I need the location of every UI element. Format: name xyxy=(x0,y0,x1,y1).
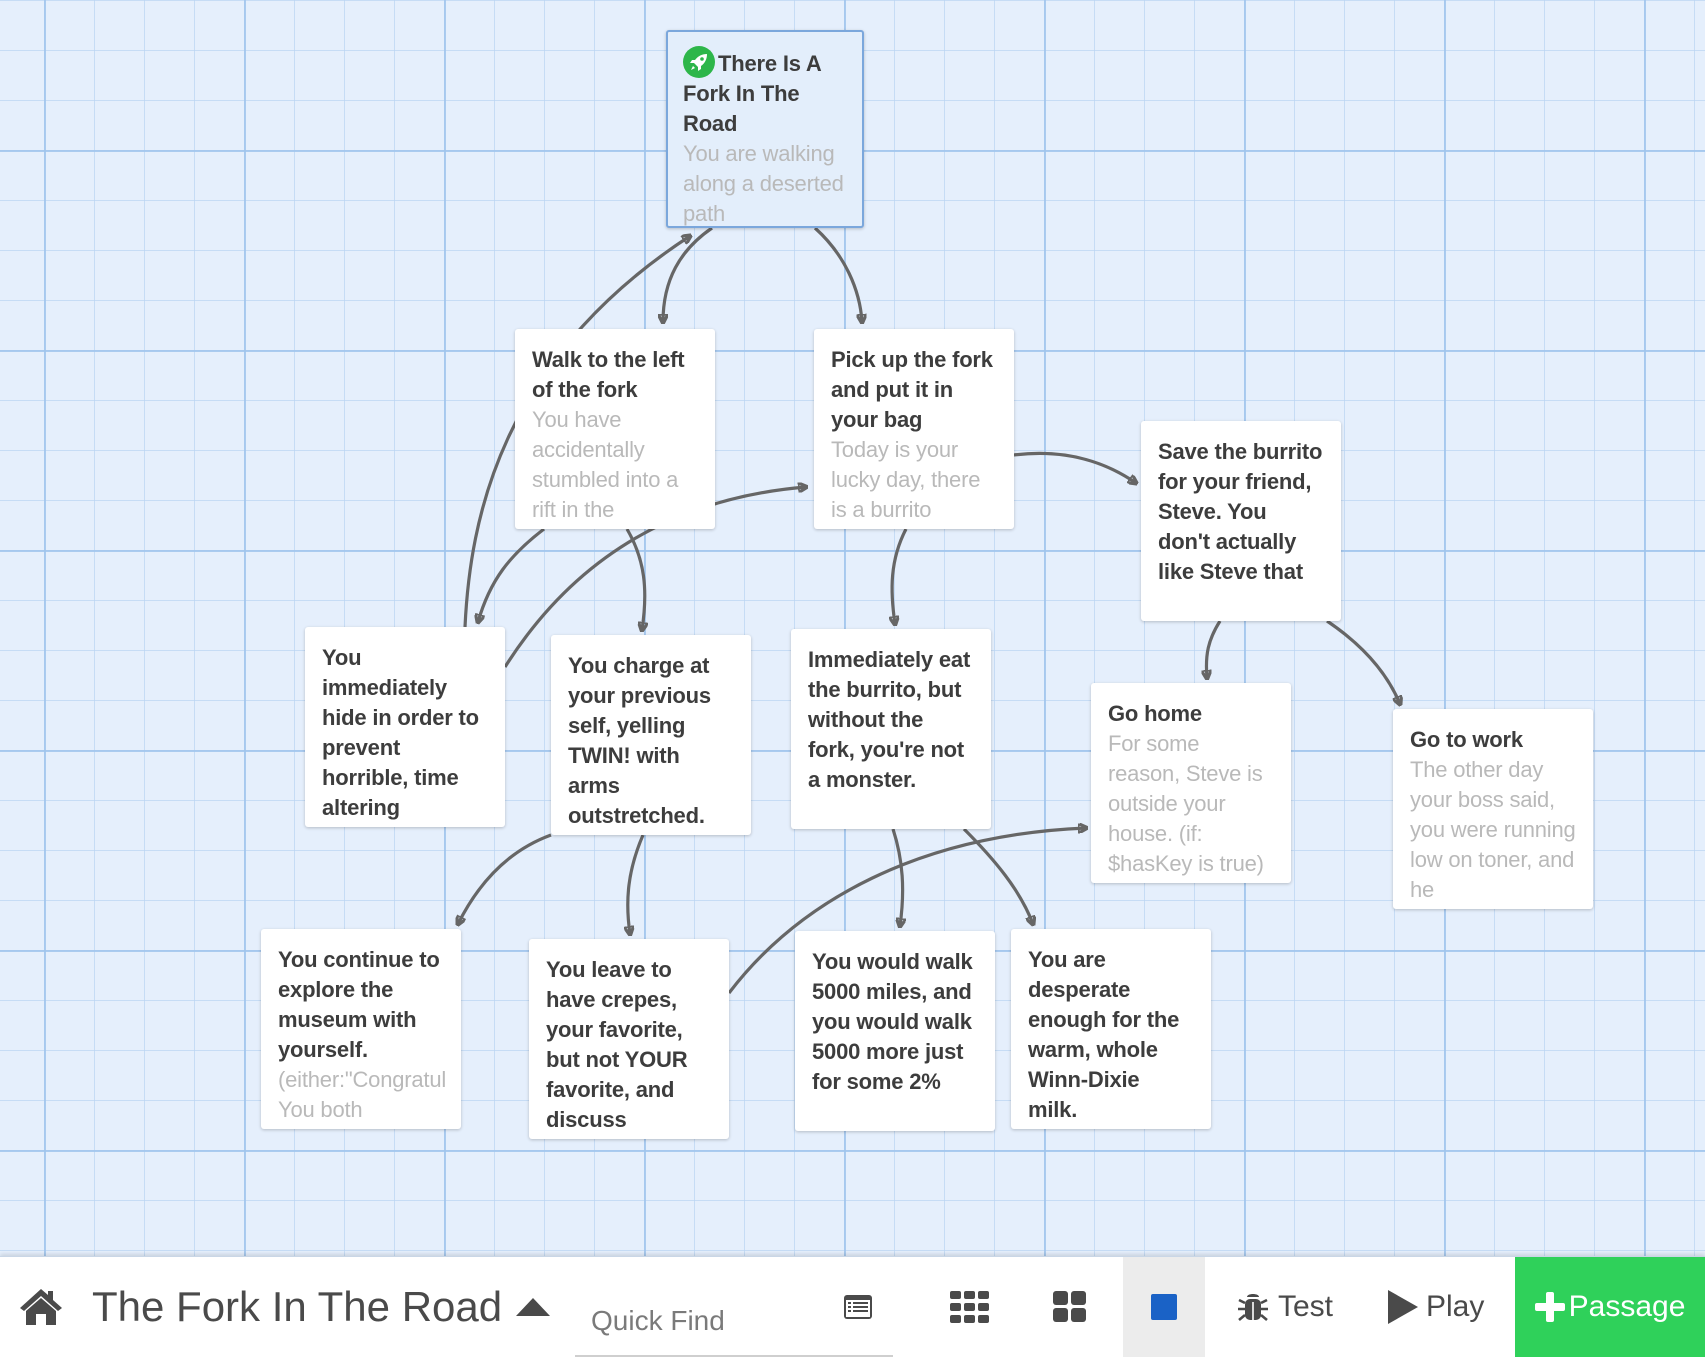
square-icon xyxy=(1151,1294,1177,1320)
passage-title: You continue to explore the museum with … xyxy=(278,947,440,1062)
rocket-icon xyxy=(683,46,715,78)
passage-title: Immediately eat the burrito, but without… xyxy=(808,647,971,792)
zoom-large-button[interactable] xyxy=(1123,1257,1205,1357)
grid-9-icon xyxy=(950,1291,989,1323)
excerpt-line: (either:"Congratul xyxy=(278,1067,447,1092)
link-pick-to-save xyxy=(1013,451,1136,483)
passage-title: You are desperate enough for the warm, w… xyxy=(1028,947,1180,1122)
excerpt-line: You both xyxy=(278,1097,363,1122)
passage-excerpt: Today is your lucky day, there is a burr… xyxy=(831,437,981,522)
passage-card-charge[interactable]: You charge at your previous self, yellin… xyxy=(551,635,751,835)
test-label: Test xyxy=(1278,1290,1334,1323)
add-passage-button[interactable]: Passage xyxy=(1515,1257,1705,1357)
zoom-small-button[interactable] xyxy=(940,1257,1000,1357)
list-icon xyxy=(844,1295,872,1319)
passage-card-home[interactable]: Go home For some reason, Steve is outsid… xyxy=(1091,683,1291,883)
passage-title: Walk to the left of the fork xyxy=(532,347,685,402)
link-walk-to-charge xyxy=(625,528,645,630)
passage-card-pick[interactable]: Pick up the fork and put it in your bag … xyxy=(814,329,1014,529)
passage-excerpt: For some reason, Steve is outside your h… xyxy=(1108,731,1264,876)
passage-title: You would walk 5000 miles, and you would… xyxy=(812,949,973,1094)
passage-excerpt: You are walking along a deserted path xyxy=(683,141,844,226)
play-button[interactable]: Play xyxy=(1388,1257,1484,1357)
link-charge-to-crepes xyxy=(628,834,645,934)
story-title-menu[interactable]: The Fork In The Road xyxy=(92,1257,551,1357)
passage-excerpt: The other day your boss said, you were r… xyxy=(1410,757,1576,902)
add-passage-label: Passage xyxy=(1568,1290,1686,1323)
zoom-medium-button[interactable] xyxy=(1040,1257,1100,1357)
passage-title: Go to work xyxy=(1410,727,1523,752)
story-toolbar: The Fork In The Road Quick Find Test Pla… xyxy=(0,1256,1705,1357)
link-start-to-walk xyxy=(663,226,713,322)
caret-up-icon xyxy=(516,1298,551,1316)
test-button[interactable]: Test xyxy=(1236,1257,1333,1357)
passage-excerpt: (either:"Congratul You both xyxy=(278,1065,446,1125)
passage-card-crepes[interactable]: You leave to have crepes, your favorite,… xyxy=(529,939,729,1139)
passage-title: You charge at your previous self, yellin… xyxy=(568,653,711,828)
link-save-to-work xyxy=(1326,619,1400,704)
home-icon xyxy=(20,1289,62,1325)
link-eat-to-walk5000 xyxy=(891,828,903,926)
passage-card-start[interactable]: There Is A Fork In The Road You are walk… xyxy=(666,30,864,228)
passage-card-milk[interactable]: You are desperate enough for the warm, w… xyxy=(1011,929,1211,1129)
link-eat-to-milk xyxy=(962,827,1033,924)
link-charge-to-continue xyxy=(458,833,552,924)
link-start-to-pick xyxy=(813,226,862,322)
passage-card-continue[interactable]: You continue to explore the museum with … xyxy=(261,929,461,1129)
passage-card-hide[interactable]: You immediately hide in order to prevent… xyxy=(305,627,505,827)
link-save-to-home xyxy=(1206,620,1222,678)
passage-title: You leave to have crepes, your favorite,… xyxy=(546,957,688,1132)
story-title: The Fork In The Road xyxy=(92,1283,503,1330)
passage-excerpt-text: (either:"Congratul You both xyxy=(278,1067,446,1122)
passage-title: Save the burrito for your friend, Steve.… xyxy=(1158,439,1323,584)
library-home-button[interactable] xyxy=(18,1257,68,1357)
passage-card-eat[interactable]: Immediately eat the burrito, but without… xyxy=(791,629,991,829)
passage-card-walk[interactable]: Walk to the left of the fork You have ac… xyxy=(515,329,715,529)
passage-card-walk5000[interactable]: You would walk 5000 miles, and you would… xyxy=(795,931,995,1131)
passage-card-work[interactable]: Go to work The other day your boss said,… xyxy=(1393,709,1593,909)
highlight-passages-button[interactable] xyxy=(836,1257,880,1357)
passage-title: There Is A Fork In The Road xyxy=(683,46,847,139)
bug-icon xyxy=(1238,1294,1268,1321)
passage-card-save[interactable]: Save the burrito for your friend, Steve.… xyxy=(1141,421,1341,621)
grid-4-icon xyxy=(1053,1291,1086,1322)
play-icon xyxy=(1388,1290,1418,1324)
passage-title: Go home xyxy=(1108,701,1202,726)
link-walk-to-hide xyxy=(478,527,545,622)
passage-title: You immediately hide in order to prevent… xyxy=(322,645,479,820)
story-map-canvas[interactable]: There Is A Fork In The Road You are walk… xyxy=(0,0,1705,1256)
plus-icon xyxy=(1534,1292,1565,1322)
link-pick-to-eat xyxy=(892,528,908,624)
passage-title: Pick up the fork and put it in your bag xyxy=(831,347,993,432)
passage-excerpt: You have accidentally stumbled into a ri… xyxy=(532,407,679,522)
play-label: Play xyxy=(1426,1290,1485,1323)
